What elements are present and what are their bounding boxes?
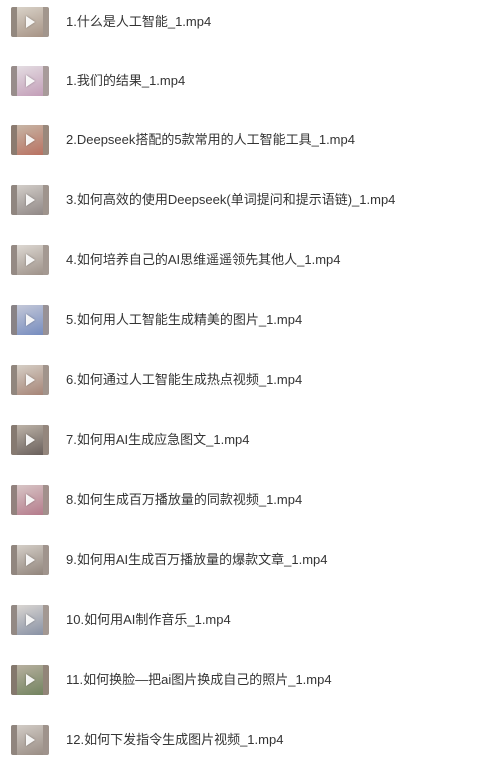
file-row[interactable]: 1.我们的结果_1.mp4 xyxy=(0,61,492,101)
play-icon xyxy=(26,134,35,146)
play-icon xyxy=(26,374,35,386)
video-thumbnail[interactable] xyxy=(11,485,49,515)
file-name[interactable]: 2.Deepseek搭配的5款常用的人工智能工具_1.mp4 xyxy=(66,131,355,149)
file-name[interactable]: 1.我们的结果_1.mp4 xyxy=(66,72,185,90)
thumbnail-edge-left xyxy=(11,305,17,335)
thumbnail-edge-right xyxy=(43,66,49,96)
thumbnail-edge-left xyxy=(11,605,17,635)
file-name[interactable]: 8.如何生成百万播放量的同款视频_1.mp4 xyxy=(66,491,302,509)
file-name[interactable]: 12.如何下发指令生成图片视频_1.mp4 xyxy=(66,731,283,749)
thumbnail-edge-right xyxy=(43,665,49,695)
file-row[interactable]: 3.如何高效的使用Deepseek(单词提问和提示语链)_1.mp4 xyxy=(0,180,492,220)
video-thumbnail[interactable] xyxy=(11,125,49,155)
file-name[interactable]: 7.如何用AI生成应急图文_1.mp4 xyxy=(66,431,250,449)
file-name[interactable]: 11.如何换脸—把ai图片换成自己的照片_1.mp4 xyxy=(66,671,332,689)
thumbnail-edge-right xyxy=(43,485,49,515)
video-thumbnail[interactable] xyxy=(11,725,49,755)
thumbnail-edge-right xyxy=(43,725,49,755)
video-thumbnail[interactable] xyxy=(11,605,49,635)
file-name[interactable]: 5.如何用人工智能生成精美的图片_1.mp4 xyxy=(66,311,302,329)
play-icon xyxy=(26,16,35,28)
file-name[interactable]: 4.如何培养自己的AI思维遥遥领先其他人_1.mp4 xyxy=(66,251,341,269)
file-list: 1.什么是人工智能_1.mp4 1.我们的结果_1.mp4 2.Deepseek搭配… xyxy=(0,0,492,770)
file-row[interactable]: 11.如何换脸—把ai图片换成自己的照片_1.mp4 xyxy=(0,660,492,700)
file-name[interactable]: 3.如何高效的使用Deepseek(单词提问和提示语链)_1.mp4 xyxy=(66,191,395,209)
file-name[interactable]: 1.什么是人工智能_1.mp4 xyxy=(66,13,211,31)
play-icon xyxy=(26,314,35,326)
file-row[interactable]: 8.如何生成百万播放量的同款视频_1.mp4 xyxy=(0,480,492,520)
thumbnail-edge-left xyxy=(11,245,17,275)
file-name[interactable]: 6.如何通过人工智能生成热点视频_1.mp4 xyxy=(66,371,302,389)
file-name[interactable]: 10.如何用AI制作音乐_1.mp4 xyxy=(66,611,231,629)
video-thumbnail[interactable] xyxy=(11,66,49,96)
file-row[interactable]: 12.如何下发指令生成图片视频_1.mp4 xyxy=(0,720,492,760)
video-thumbnail[interactable] xyxy=(11,425,49,455)
play-icon xyxy=(26,554,35,566)
video-thumbnail[interactable] xyxy=(11,665,49,695)
file-row[interactable]: 6.如何通过人工智能生成热点视频_1.mp4 xyxy=(0,360,492,400)
thumbnail-edge-right xyxy=(43,425,49,455)
video-thumbnail[interactable] xyxy=(11,365,49,395)
play-icon xyxy=(26,674,35,686)
file-row[interactable]: 10.如何用AI制作音乐_1.mp4 xyxy=(0,600,492,640)
thumbnail-edge-left xyxy=(11,125,17,155)
thumbnail-edge-right xyxy=(43,185,49,215)
video-thumbnail[interactable] xyxy=(11,545,49,575)
play-icon xyxy=(26,75,35,87)
video-thumbnail[interactable] xyxy=(11,245,49,275)
file-row[interactable]: 5.如何用人工智能生成精美的图片_1.mp4 xyxy=(0,300,492,340)
thumbnail-edge-right xyxy=(43,125,49,155)
file-row[interactable]: 9.如何用AI生成百万播放量的爆款文章_1.mp4 xyxy=(0,540,492,580)
play-icon xyxy=(26,434,35,446)
thumbnail-edge-right xyxy=(43,305,49,335)
play-icon xyxy=(26,194,35,206)
play-icon xyxy=(26,734,35,746)
thumbnail-edge-right xyxy=(43,365,49,395)
thumbnail-edge-right xyxy=(43,245,49,275)
file-row[interactable]: 4.如何培养自己的AI思维遥遥领先其他人_1.mp4 xyxy=(0,240,492,280)
video-thumbnail[interactable] xyxy=(11,185,49,215)
play-icon xyxy=(26,614,35,626)
thumbnail-edge-left xyxy=(11,545,17,575)
file-name[interactable]: 9.如何用AI生成百万播放量的爆款文章_1.mp4 xyxy=(66,551,328,569)
thumbnail-edge-left xyxy=(11,185,17,215)
play-icon xyxy=(26,254,35,266)
thumbnail-edge-right xyxy=(43,605,49,635)
file-row[interactable]: 1.什么是人工智能_1.mp4 xyxy=(0,2,492,42)
thumbnail-edge-left xyxy=(11,7,17,37)
thumbnail-edge-right xyxy=(43,545,49,575)
thumbnail-edge-left xyxy=(11,425,17,455)
video-thumbnail[interactable] xyxy=(11,305,49,335)
thumbnail-edge-left xyxy=(11,365,17,395)
thumbnail-edge-left xyxy=(11,485,17,515)
file-row[interactable]: 7.如何用AI生成应急图文_1.mp4 xyxy=(0,420,492,460)
thumbnail-edge-left xyxy=(11,725,17,755)
video-thumbnail[interactable] xyxy=(11,7,49,37)
thumbnail-edge-left xyxy=(11,665,17,695)
thumbnail-edge-left xyxy=(11,66,17,96)
file-row[interactable]: 2.Deepseek搭配的5款常用的人工智能工具_1.mp4 xyxy=(0,120,492,160)
thumbnail-edge-right xyxy=(43,7,49,37)
play-icon xyxy=(26,494,35,506)
